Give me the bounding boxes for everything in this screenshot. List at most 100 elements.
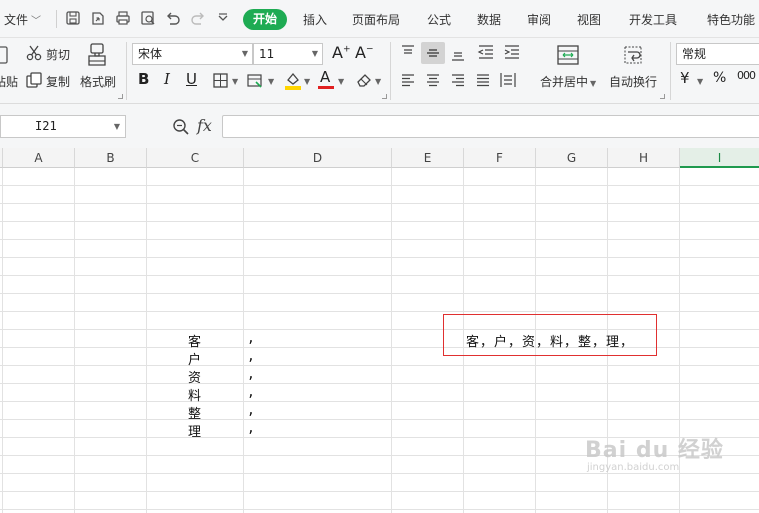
- cell-c-text[interactable]: 料: [188, 385, 201, 404]
- clipboard-launcher-icon[interactable]: [118, 94, 123, 99]
- paste-icon[interactable]: [0, 44, 10, 64]
- merged-result-cell[interactable]: 客，户，资，料，整，理，: [466, 331, 634, 350]
- column-header-g[interactable]: G: [536, 148, 608, 168]
- column-header-i[interactable]: I: [680, 148, 759, 168]
- distributed-align-icon[interactable]: [499, 71, 517, 89]
- align-middle-icon[interactable]: [425, 45, 441, 61]
- thousands-separator-button[interactable]: 000: [737, 69, 756, 82]
- bold-button[interactable]: B: [138, 70, 149, 88]
- row-gridline: [0, 473, 759, 474]
- eraser-icon[interactable]: [355, 71, 373, 89]
- redo-icon[interactable]: [189, 9, 207, 27]
- merge-center-label: 合并居中: [540, 75, 589, 89]
- row-gridline: [0, 293, 759, 294]
- format-painter-icon[interactable]: [86, 42, 108, 68]
- column-header-a[interactable]: A: [3, 148, 75, 168]
- tab-insert[interactable]: 插入: [303, 11, 327, 28]
- align-left-icon[interactable]: [400, 72, 416, 88]
- font-launcher-icon[interactable]: [382, 94, 387, 99]
- tab-page-layout[interactable]: 页面布局: [352, 11, 400, 28]
- merge-center-icon[interactable]: [556, 44, 580, 66]
- percent-button[interactable]: %: [713, 70, 726, 86]
- tab-start[interactable]: 开始: [243, 9, 287, 30]
- tab-developer[interactable]: 开发工具: [629, 11, 677, 28]
- export-icon[interactable]: [89, 9, 107, 27]
- tab-view[interactable]: 视图: [577, 11, 601, 28]
- increase-indent-icon[interactable]: [503, 44, 521, 60]
- italic-button[interactable]: I: [164, 70, 170, 88]
- scissors-icon[interactable]: [25, 44, 43, 62]
- cell-d-text[interactable]: ,: [247, 349, 255, 364]
- cell-d-text[interactable]: ,: [247, 421, 255, 436]
- row-gridline: [0, 491, 759, 492]
- cell-d-text[interactable]: ,: [247, 403, 255, 418]
- tab-data[interactable]: 数据: [477, 11, 501, 28]
- align-right-icon[interactable]: [450, 72, 466, 88]
- name-box[interactable]: I21 ▼: [0, 115, 126, 138]
- chevron-down-icon: ▼: [113, 122, 120, 131]
- align-top-icon[interactable]: [400, 44, 416, 60]
- name-box-value: I21: [35, 119, 57, 133]
- undo-icon[interactable]: [164, 9, 182, 27]
- tab-special[interactable]: 特色功能: [707, 11, 755, 28]
- insert-function-icon[interactable]: fx: [197, 116, 212, 135]
- cell-d-text[interactable]: ,: [247, 367, 255, 382]
- cell-style-icon[interactable]: [246, 72, 264, 89]
- increase-font-size-button[interactable]: A+: [332, 43, 351, 62]
- paste-button[interactable]: 粘贴: [0, 73, 18, 90]
- cell-d-text[interactable]: ,: [247, 331, 255, 346]
- font-color-button[interactable]: A: [320, 68, 330, 86]
- row-gridline: [0, 203, 759, 204]
- chevron-down-icon[interactable]: ▼: [268, 77, 274, 86]
- column-header-h[interactable]: H: [608, 148, 680, 168]
- chevron-down-icon: ▼: [241, 49, 248, 58]
- formula-input[interactable]: [222, 115, 759, 138]
- number-format-select[interactable]: 常规: [676, 43, 759, 65]
- column-header-b[interactable]: B: [75, 148, 147, 168]
- fill-color-icon[interactable]: [284, 70, 302, 90]
- borders-icon[interactable]: [212, 72, 229, 89]
- font-name-select[interactable]: 宋体 ▼: [132, 43, 253, 65]
- chevron-down-icon[interactable]: ▼: [304, 77, 310, 86]
- tab-file[interactable]: 文件 ﹀: [4, 11, 41, 28]
- customize-toolbar-icon[interactable]: [214, 9, 232, 27]
- tab-review[interactable]: 审阅: [527, 11, 551, 28]
- underline-button[interactable]: U: [186, 70, 197, 88]
- ribbon-tab-bar: 文件 ﹀ 开始 插入 页面布局 公式 数据 审阅 视图 开发工具 特色功能: [0, 0, 759, 38]
- align-bottom-icon[interactable]: [450, 46, 466, 62]
- chevron-down-icon[interactable]: ▼: [697, 77, 703, 86]
- chevron-down-icon[interactable]: ▼: [232, 77, 238, 86]
- decrease-indent-icon[interactable]: [477, 44, 495, 60]
- font-size-select[interactable]: 11 ▼: [253, 43, 323, 65]
- cell-d-text[interactable]: ,: [247, 385, 255, 400]
- zoom-icon[interactable]: [172, 118, 190, 136]
- column-header-d[interactable]: D: [244, 148, 392, 168]
- column-header-f[interactable]: F: [464, 148, 536, 168]
- decrease-font-size-button[interactable]: A−: [355, 43, 374, 62]
- column-header-c[interactable]: C: [147, 148, 244, 168]
- chevron-down-icon[interactable]: ▼: [375, 77, 381, 86]
- cell-c-text[interactable]: 理: [188, 421, 201, 440]
- alignment-launcher-icon[interactable]: [660, 94, 665, 99]
- cell-c-text[interactable]: 户: [188, 349, 201, 368]
- copy-icon[interactable]: [25, 71, 43, 89]
- copy-button[interactable]: 复制: [46, 73, 70, 90]
- print-preview-icon[interactable]: [139, 9, 157, 27]
- column-header-e[interactable]: E: [392, 148, 464, 168]
- cut-button[interactable]: 剪切: [46, 46, 70, 63]
- cell-c-text[interactable]: 资: [188, 367, 201, 386]
- format-painter-button[interactable]: 格式刷: [80, 73, 116, 90]
- wrap-text-icon[interactable]: [621, 44, 645, 66]
- cell-c-text[interactable]: 整: [188, 403, 201, 422]
- chevron-down-icon[interactable]: ▼: [338, 77, 344, 86]
- save-icon[interactable]: [64, 9, 82, 27]
- justify-icon[interactable]: [475, 72, 491, 88]
- currency-button[interactable]: ¥: [680, 69, 690, 87]
- tab-formula[interactable]: 公式: [427, 11, 451, 28]
- formula-bar: I21 ▼ fx: [0, 104, 759, 148]
- cell-c-text[interactable]: 客: [188, 331, 201, 350]
- merge-center-button[interactable]: 合并居中 ▼: [540, 73, 596, 90]
- wrap-text-button[interactable]: 自动换行: [609, 73, 657, 90]
- align-center-icon[interactable]: [425, 72, 441, 88]
- print-icon[interactable]: [114, 9, 132, 27]
